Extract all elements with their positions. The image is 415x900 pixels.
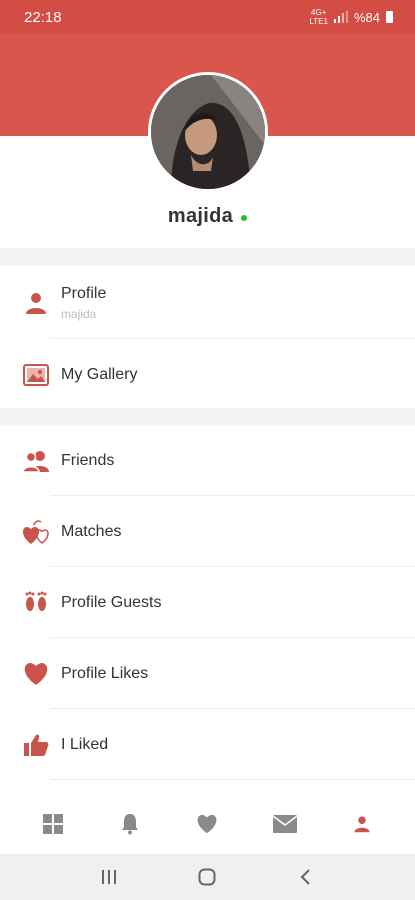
avatar[interactable] [148, 72, 268, 192]
system-nav-bar [0, 854, 415, 900]
friends-icon [22, 447, 50, 475]
recents-button[interactable] [89, 857, 129, 897]
nav-likes[interactable] [187, 804, 227, 844]
thumbs-up-icon [22, 731, 50, 759]
mail-icon [272, 815, 297, 833]
nav-home[interactable] [33, 804, 73, 844]
menu-item-profile-guests[interactable]: Profile Guests [0, 567, 415, 638]
menu-group-social: Friends Matches Profile Guests Profile L… [0, 425, 415, 794]
matches-icon [22, 518, 50, 546]
menu-item-profile[interactable]: Profile majida [0, 266, 415, 339]
menu-label: Matches [61, 522, 122, 540]
online-status-dot [241, 214, 248, 221]
menu-group-account: Profile majida My Gallery [0, 266, 415, 408]
bell-icon [122, 814, 139, 835]
heart-icon [22, 660, 50, 688]
menu-label: I Liked [61, 735, 109, 753]
battery-icon [386, 11, 393, 23]
bottom-nav [0, 794, 415, 854]
username-row: majida [0, 205, 415, 228]
nav-profile[interactable] [342, 804, 382, 844]
person-icon [354, 816, 370, 833]
menu-item-i-liked[interactable]: I Liked [0, 709, 415, 780]
menu-sublabel: majida [61, 306, 97, 321]
person-icon [22, 289, 50, 317]
username: majida [167, 205, 234, 227]
gallery-icon [22, 361, 50, 389]
menu-label: Profile Likes [61, 664, 149, 682]
status-bar: 22:18 4G+ LTE1 %84 [0, 0, 415, 34]
menu-label: My Gallery [61, 365, 138, 383]
nav-notifications[interactable] [110, 804, 150, 844]
menu-item-matches[interactable]: Matches [0, 496, 415, 567]
clock: 22:18 [24, 8, 62, 26]
menu-item-profile-likes[interactable]: Profile Likes [0, 638, 415, 709]
menu-item-my-gallery[interactable]: My Gallery [0, 339, 415, 410]
network-indicator: 4G+ LTE1 [309, 8, 328, 26]
menu-label: Profile [61, 284, 107, 302]
back-chevron-icon [300, 869, 310, 885]
home-circle-icon [198, 868, 216, 886]
footprints-icon [22, 589, 50, 617]
back-button[interactable] [286, 857, 326, 897]
grid-icon [42, 814, 63, 834]
recents-icon [102, 870, 117, 884]
divider [50, 779, 415, 780]
nav-messages[interactable] [265, 804, 305, 844]
heart-icon [198, 814, 217, 834]
signal-icon [333, 11, 348, 23]
status-indicators: 4G+ LTE1 %84 [309, 8, 393, 26]
menu-item-friends[interactable]: Friends [0, 425, 415, 496]
home-button[interactable] [187, 857, 227, 897]
menu-label: Friends [61, 451, 115, 469]
battery-percent: %84 [353, 9, 380, 25]
menu-label: Profile Guests [61, 593, 162, 611]
